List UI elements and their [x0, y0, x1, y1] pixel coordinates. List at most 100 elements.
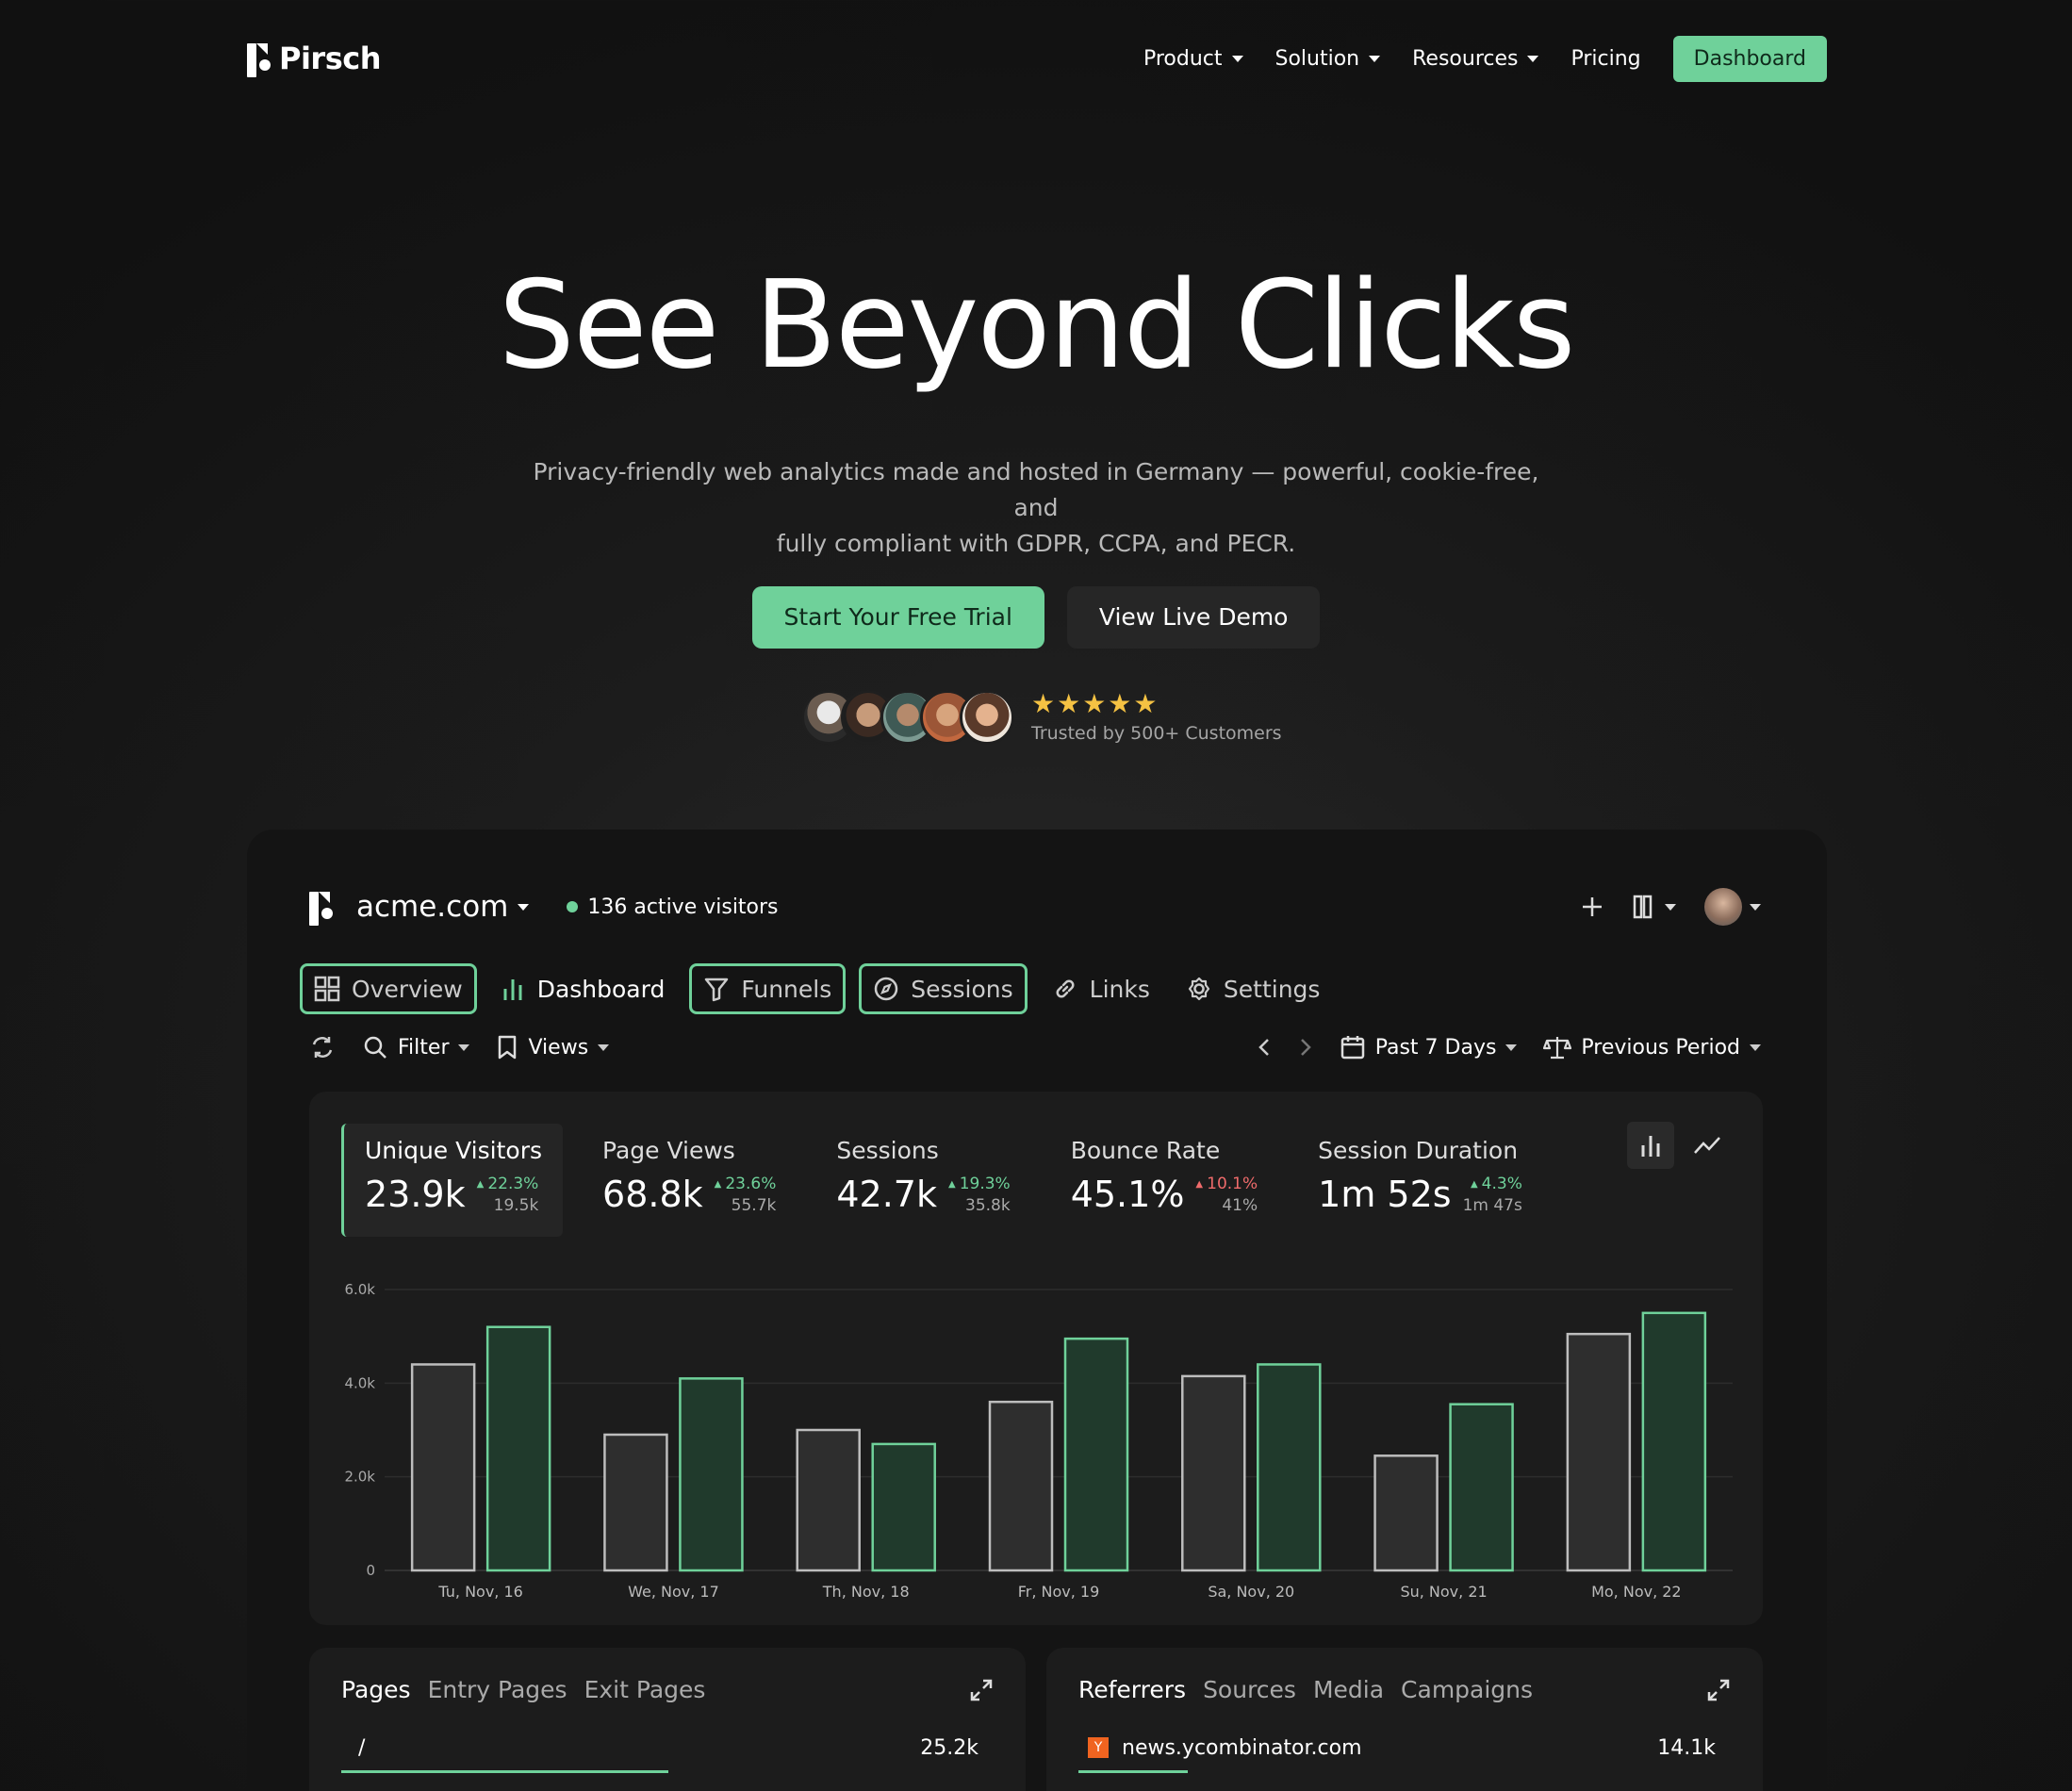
period-label: Past 7 Days — [1374, 1035, 1497, 1060]
bar-previous[interactable] — [1373, 1454, 1439, 1572]
site-selector[interactable]: acme.com — [356, 890, 508, 924]
x-tick-label: Tu, Nov, 16 — [437, 1583, 522, 1601]
tab-dashboard[interactable]: Dashboard — [490, 963, 677, 1014]
list-item[interactable]: / 25.2k — [341, 1729, 978, 1766]
metric-value: 23.9k — [365, 1174, 466, 1215]
plus-icon[interactable] — [1580, 895, 1604, 919]
tab-overview[interactable]: Overview — [300, 963, 477, 1014]
metric-bounce-rate[interactable]: Bounce Rate 45.1% ▲ 10.1% 41% — [1050, 1124, 1278, 1237]
metric-sessions[interactable]: Sessions 42.7k ▲ 19.3% 35.8k — [815, 1124, 1030, 1237]
logo-text: Pirsch — [279, 41, 382, 76]
bar-chart-icon — [503, 979, 522, 1000]
page-count: 25.2k — [920, 1735, 978, 1760]
dashboard-button[interactable]: Dashboard — [1672, 35, 1827, 82]
chevron-down-icon[interactable] — [518, 903, 530, 911]
chevron-down-icon — [458, 1043, 470, 1051]
arrow-up-icon: ▲ — [947, 1179, 956, 1190]
avatar — [1704, 888, 1742, 926]
bar-previous[interactable] — [1181, 1374, 1246, 1572]
bar-previous[interactable] — [796, 1428, 861, 1572]
trust-label: Trusted by 500+ Customers — [1031, 723, 1282, 744]
chevron-down-icon — [1231, 55, 1243, 62]
live-demo-button[interactable]: View Live Demo — [1066, 586, 1321, 649]
tab-pages[interactable]: Pages — [341, 1676, 411, 1703]
nav-pricing[interactable]: Pricing — [1570, 47, 1640, 71]
period-selector[interactable]: Past 7 Days — [1340, 1034, 1518, 1060]
expand-icon[interactable] — [969, 1678, 994, 1702]
bar-previous[interactable] — [988, 1400, 1054, 1572]
refresh-button[interactable] — [309, 1034, 336, 1060]
views-label: Views — [528, 1035, 589, 1060]
nav-resources[interactable]: Resources — [1412, 46, 1539, 71]
hero-subtitle-line-2: fully compliant with GDPR, CCPA, and PEC… — [776, 530, 1296, 557]
grid-icon — [314, 976, 340, 1002]
metric-page-views[interactable]: Page Views 68.8k ▲ 23.6% 55.7k — [582, 1124, 797, 1237]
metric-delta: 19.3% — [959, 1175, 1011, 1193]
chevron-down-icon — [1665, 903, 1676, 911]
metric-value: 1m 52s — [1318, 1174, 1452, 1215]
view-switcher[interactable] — [1633, 894, 1676, 920]
ycombinator-icon: Y — [1088, 1737, 1109, 1758]
bar-current[interactable] — [1063, 1337, 1129, 1572]
logo[interactable]: Pirsch — [247, 40, 382, 77]
hero-subtitle: Privacy-friendly web analytics made and … — [518, 454, 1554, 562]
bar-previous[interactable] — [410, 1363, 476, 1572]
nav-product[interactable]: Product — [1143, 47, 1243, 71]
bar-previous[interactable] — [603, 1433, 668, 1572]
tab-media[interactable]: Media — [1313, 1676, 1384, 1703]
x-tick-label: Fr, Nov, 19 — [1018, 1583, 1100, 1601]
nav-product-label: Product — [1143, 46, 1223, 71]
tab-links-label: Links — [1089, 975, 1150, 1003]
tab-funnels[interactable]: Funnels — [689, 963, 847, 1014]
bar-chart-toggle[interactable] — [1627, 1122, 1674, 1169]
bar-current[interactable] — [1449, 1403, 1514, 1572]
list-item[interactable]: Y news.ycombinator.com 14.1k — [1078, 1729, 1716, 1766]
visitors-chart-card: Unique Visitors 23.9k ▲ 22.3% 19.5k Page View… — [309, 1092, 1763, 1625]
x-tick-label: Su, Nov, 21 — [1400, 1583, 1487, 1601]
search-icon — [364, 1036, 386, 1059]
nav-resources-label: Resources — [1412, 46, 1519, 71]
bar-current[interactable] — [1641, 1311, 1707, 1572]
page-path: / — [358, 1735, 366, 1760]
expand-icon[interactable] — [1706, 1678, 1731, 1702]
tab-referrers[interactable]: Referrers — [1078, 1676, 1186, 1703]
views-button[interactable]: Views — [496, 1034, 610, 1060]
filter-label: Filter — [398, 1035, 450, 1060]
compare-selector[interactable]: Previous Period — [1543, 1034, 1761, 1060]
arrow-up-icon: ▲ — [1470, 1179, 1478, 1190]
nav-solution[interactable]: Solution — [1275, 47, 1381, 71]
bar-current[interactable] — [485, 1325, 551, 1572]
tab-sessions[interactable]: Sessions — [859, 963, 1028, 1014]
metric-unique-visitors[interactable]: Unique Visitors 23.9k ▲ 22.3% 19.5k — [341, 1124, 564, 1237]
nav-solution-label: Solution — [1274, 46, 1360, 71]
metric-label: Page Views — [602, 1137, 735, 1164]
line-chart-toggle[interactable] — [1684, 1122, 1731, 1169]
user-menu[interactable] — [1704, 888, 1761, 926]
metric-session-duration[interactable]: Session Duration 1m 52s ▲ 4.3% 1m 47s — [1297, 1124, 1543, 1237]
tab-campaigns[interactable]: Campaigns — [1401, 1676, 1533, 1703]
bar-current[interactable] — [871, 1442, 936, 1572]
referrer-count: 14.1k — [1657, 1735, 1716, 1760]
tab-settings[interactable]: Settings — [1175, 963, 1332, 1014]
columns-icon — [1633, 895, 1653, 919]
chevron-right-icon[interactable] — [1298, 1036, 1313, 1059]
link-icon — [1056, 979, 1075, 998]
tab-entry-pages[interactable]: Entry Pages — [428, 1676, 567, 1703]
funnel-icon — [705, 978, 729, 1002]
pirsch-logo-icon — [247, 43, 271, 77]
chevron-left-icon[interactable] — [1257, 1036, 1272, 1059]
scale-icon — [1543, 1037, 1572, 1060]
metric-label: Bounce Rate — [1070, 1137, 1221, 1164]
bar-previous[interactable] — [1566, 1332, 1632, 1572]
tab-links[interactable]: Links — [1041, 963, 1161, 1014]
metric-label: Sessions — [836, 1137, 939, 1164]
metric-previous: 1m 47s — [1462, 1196, 1522, 1215]
tab-funnels-label: Funnels — [741, 975, 832, 1003]
bar-chart-icon — [1641, 1136, 1660, 1157]
filter-button[interactable]: Filter — [362, 1034, 470, 1060]
start-trial-button[interactable]: Start Your Free Trial — [751, 586, 1044, 649]
bar-current[interactable] — [1257, 1363, 1322, 1572]
bar-current[interactable] — [679, 1377, 744, 1572]
tab-exit-pages[interactable]: Exit Pages — [584, 1676, 706, 1703]
tab-sources[interactable]: Sources — [1203, 1676, 1296, 1703]
